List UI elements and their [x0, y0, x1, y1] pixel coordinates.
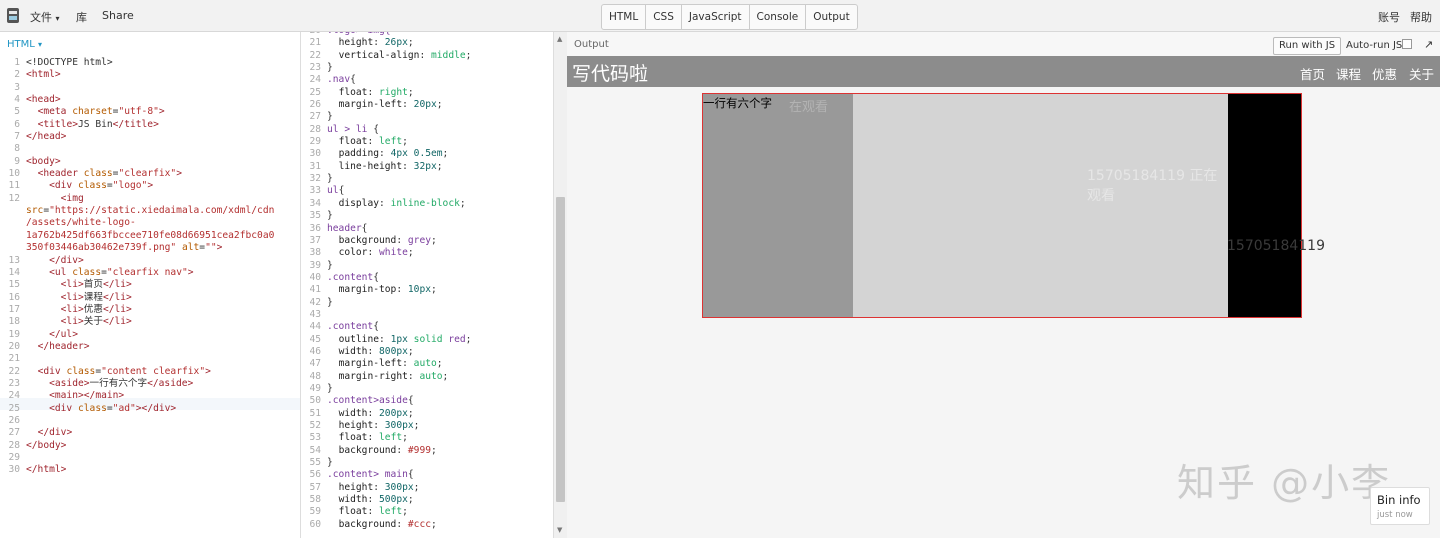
- aside-block: 一行有六个字 在观看: [703, 94, 853, 317]
- share-menu[interactable]: Share: [102, 9, 134, 22]
- chevron-down-icon: ▾: [55, 14, 60, 23]
- bin-info-time: just now: [1377, 510, 1413, 520]
- main-block: 15705184119 正在观看: [853, 94, 1228, 317]
- auto-run-js-label: Auto-run JS: [1346, 40, 1403, 51]
- site-header: 写代码啦 首页 课程 优惠 关于: [567, 56, 1440, 87]
- watermark-text: 在观看: [789, 100, 829, 115]
- jsbin-logo-icon[interactable]: [6, 7, 20, 24]
- scroll-thumb[interactable]: [556, 197, 565, 502]
- top-bar: 文件 ▾ 库 Share HTML CSS JavaScript Console…: [0, 0, 1440, 32]
- auto-run-js-checkbox[interactable]: [1402, 39, 1412, 49]
- tab-html[interactable]: HTML: [602, 5, 647, 29]
- tab-css[interactable]: CSS: [646, 5, 682, 29]
- html-panel-label[interactable]: HTML ▾: [7, 39, 42, 50]
- account-menu[interactable]: 账号: [1378, 9, 1400, 25]
- file-menu[interactable]: 文件 ▾: [30, 9, 60, 25]
- bin-info-title: Bin info: [1377, 493, 1421, 507]
- content-box: 一行有六个字 在观看 15705184119 正在观看 15705184119: [702, 93, 1325, 318]
- css-editor-panel[interactable]: 20.logo> img{ 21 height: 26px; 22 vertic…: [301, 32, 567, 538]
- nav-item-courses[interactable]: 课程: [1336, 64, 1361, 83]
- popout-icon[interactable]: ↗: [1424, 38, 1433, 51]
- tab-javascript[interactable]: JavaScript: [682, 5, 750, 29]
- site-logo[interactable]: 写代码啦: [572, 59, 648, 86]
- html-editor-panel[interactable]: HTML ▾ 1 <!DOCTYPE html> 2 <html> 3 4 <head…: [0, 32, 301, 538]
- bin-info-badge[interactable]: Bin info just now: [1370, 487, 1430, 525]
- output-toolbar: Output Run with JS Auto-run JS ↗: [567, 32, 1440, 57]
- scroll-up-icon[interactable]: ▲: [557, 35, 562, 43]
- html-code[interactable]: 1 <!DOCTYPE html> 2 <html> 3 4 <head> 5 <me…: [0, 57, 274, 477]
- nav-item-offers[interactable]: 优惠: [1372, 64, 1397, 83]
- run-with-js-button[interactable]: Run with JS: [1273, 37, 1342, 55]
- nav-item-home[interactable]: 首页: [1300, 64, 1325, 83]
- output-panel: Output Run with JS Auto-run JS ↗ 写代码啦 首页…: [567, 32, 1440, 538]
- ad-block: [1228, 94, 1301, 317]
- tab-output[interactable]: Output: [806, 5, 856, 29]
- watermark-text: 15705184119: [1227, 238, 1325, 254]
- css-scrollbar[interactable]: ▲ ▼: [553, 32, 567, 538]
- watermark-text: 15705184119 正在观看: [1087, 168, 1218, 204]
- css-code[interactable]: 20.logo> img{ 21 height: 26px; 22 vertic…: [301, 32, 471, 531]
- output-label: Output: [574, 39, 609, 50]
- zhihu-watermark: 知乎 @小李: [1177, 461, 1392, 505]
- panel-tabs: HTML CSS JavaScript Console Output: [601, 4, 858, 30]
- chevron-down-icon: ▾: [38, 40, 43, 49]
- scroll-down-icon[interactable]: ▼: [557, 526, 562, 534]
- help-menu[interactable]: 帮助: [1410, 9, 1432, 25]
- tab-console[interactable]: Console: [750, 5, 807, 29]
- library-menu[interactable]: 库: [76, 9, 87, 25]
- aside-text: 一行有六个字: [703, 96, 772, 110]
- nav-item-about[interactable]: 关于: [1409, 64, 1434, 83]
